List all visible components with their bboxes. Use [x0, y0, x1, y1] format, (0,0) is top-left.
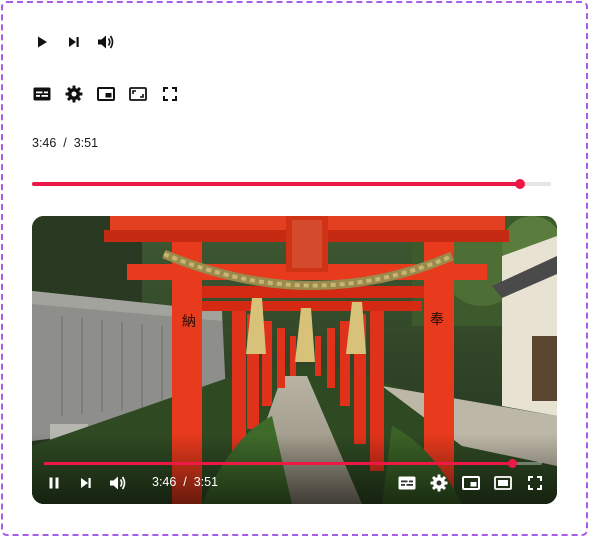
- time-display: 3:46 / 3:51: [32, 136, 98, 150]
- play-button[interactable]: [31, 31, 53, 53]
- picture-in-picture-button[interactable]: [95, 83, 117, 105]
- settings-gear-icon: [65, 85, 83, 103]
- fullscreen-icon: [528, 476, 542, 490]
- picture-in-picture-icon: [97, 87, 115, 101]
- volume-icon: [110, 476, 126, 490]
- picture-in-picture-icon: [462, 476, 480, 490]
- volume-icon: [98, 35, 114, 49]
- settings-gear-icon: [430, 474, 448, 492]
- progress-fill: [32, 182, 520, 186]
- captions-button[interactable]: [31, 83, 53, 105]
- video-duration: 3:51: [193, 475, 219, 489]
- video-captions-button[interactable]: [396, 472, 418, 494]
- play-icon: [38, 36, 47, 48]
- video-progress-slider[interactable]: [44, 459, 542, 468]
- progress-slider[interactable]: [32, 179, 551, 189]
- duration: 3:51: [73, 136, 99, 150]
- fullscreen-button[interactable]: [159, 83, 181, 105]
- video-current-time: 3:46: [152, 475, 177, 489]
- video-volume-button[interactable]: [107, 472, 129, 494]
- video-player[interactable]: 納 奉 3:46 / 3:51: [32, 216, 557, 504]
- skip-next-icon: [81, 478, 91, 488]
- volume-button[interactable]: [95, 31, 117, 53]
- video-next-button[interactable]: [75, 472, 97, 494]
- fullscreen-icon: [163, 87, 177, 101]
- current-time: 3:46: [32, 136, 57, 150]
- captions-icon: [33, 87, 51, 101]
- pause-icon: [49, 477, 59, 489]
- video-pause-button[interactable]: [43, 472, 65, 494]
- theater-mode-button[interactable]: [127, 83, 149, 105]
- video-settings-button[interactable]: [428, 472, 450, 494]
- svg-text:奉: 奉: [430, 312, 444, 328]
- theater-mode-icon: [129, 87, 147, 101]
- skip-next-icon: [69, 37, 79, 47]
- video-picture-in-picture-button[interactable]: [460, 472, 482, 494]
- theater-mode-icon: [494, 476, 512, 490]
- progress-handle[interactable]: [514, 179, 525, 189]
- settings-button[interactable]: [63, 83, 85, 105]
- video-time-display: 3:46 / 3:51: [152, 475, 218, 489]
- video-progress-handle[interactable]: [507, 459, 517, 468]
- video-fullscreen-button[interactable]: [524, 472, 546, 494]
- video-progress-fill: [44, 462, 513, 465]
- svg-text:納: 納: [182, 314, 196, 330]
- video-theater-mode-button[interactable]: [492, 472, 514, 494]
- captions-icon: [398, 476, 416, 490]
- next-button[interactable]: [63, 31, 85, 53]
